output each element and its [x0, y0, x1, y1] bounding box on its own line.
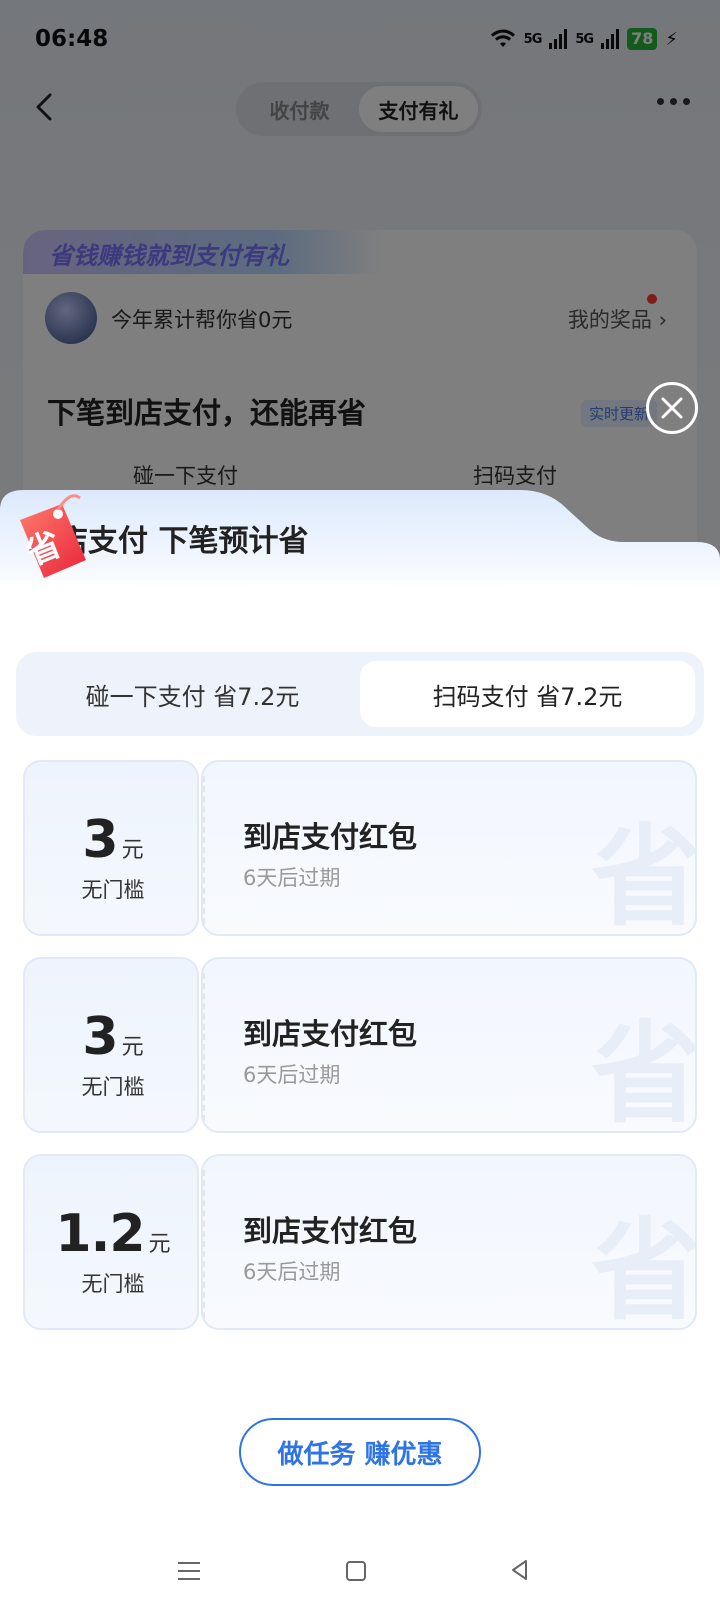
coupon-card[interactable]: 3元 无门槛 到店支付红包 6天后过期 省 — [23, 760, 697, 936]
coupon-value: 3元 无门槛 — [23, 760, 199, 936]
tab-tap-pay[interactable]: 碰一下支付 省7.2元 — [25, 661, 360, 727]
coupon-expiry: 6天后过期 — [243, 866, 341, 890]
coupon-title: 到店支付红包 — [243, 820, 418, 854]
coupon-amount: 3 — [82, 1007, 118, 1067]
close-icon — [661, 397, 683, 419]
back-triangle-icon[interactable] — [508, 1558, 532, 1582]
recent-apps-icon[interactable] — [178, 1562, 200, 1580]
coupon-expiry: 6天后过期 — [243, 1260, 341, 1284]
coupon-threshold: 无门槛 — [81, 1272, 145, 1296]
coupon-threshold: 无门槛 — [81, 878, 145, 902]
coupon-info: 到店支付红包 6天后过期 省 — [201, 957, 697, 1133]
coupon-unit: 元 — [121, 838, 144, 863]
close-button[interactable] — [646, 382, 698, 434]
coupon-watermark-icon: 省 — [591, 813, 697, 936]
coupon-info: 到店支付红包 6天后过期 省 — [201, 1154, 697, 1330]
home-icon[interactable] — [346, 1561, 366, 1581]
do-tasks-button[interactable]: 做任务 赚优惠 — [239, 1418, 481, 1486]
payment-method-tabs: 碰一下支付 省7.2元 扫码支付 省7.2元 — [16, 652, 704, 736]
coupon-watermark-icon: 省 — [591, 1207, 697, 1330]
coupon-card[interactable]: 3元 无门槛 到店支付红包 6天后过期 省 — [23, 957, 697, 1133]
coupon-amount: 3 — [82, 810, 118, 870]
tab-scan-pay[interactable]: 扫码支付 省7.2元 — [360, 661, 695, 727]
coupon-title: 到店支付红包 — [243, 1214, 418, 1248]
coupon-info: 到店支付红包 6天后过期 省 — [201, 760, 697, 936]
coupon-expiry: 6天后过期 — [243, 1063, 341, 1087]
system-nav-bar — [0, 1540, 720, 1604]
coupon-watermark-icon: 省 — [591, 1010, 697, 1133]
coupon-value: 3元 无门槛 — [23, 957, 199, 1133]
coupon-amount: 1.2 — [55, 1204, 145, 1264]
coupon-title: 到店支付红包 — [243, 1017, 418, 1051]
coupon-unit: 元 — [121, 1035, 144, 1060]
coupon-unit: 元 — [148, 1232, 171, 1257]
coupon-card[interactable]: 1.2 元 无门槛 到店支付红包 6天后过期 省 — [23, 1154, 697, 1330]
coupon-threshold: 无门槛 — [81, 1075, 145, 1099]
coupon-value: 1.2 元 无门槛 — [23, 1154, 199, 1330]
